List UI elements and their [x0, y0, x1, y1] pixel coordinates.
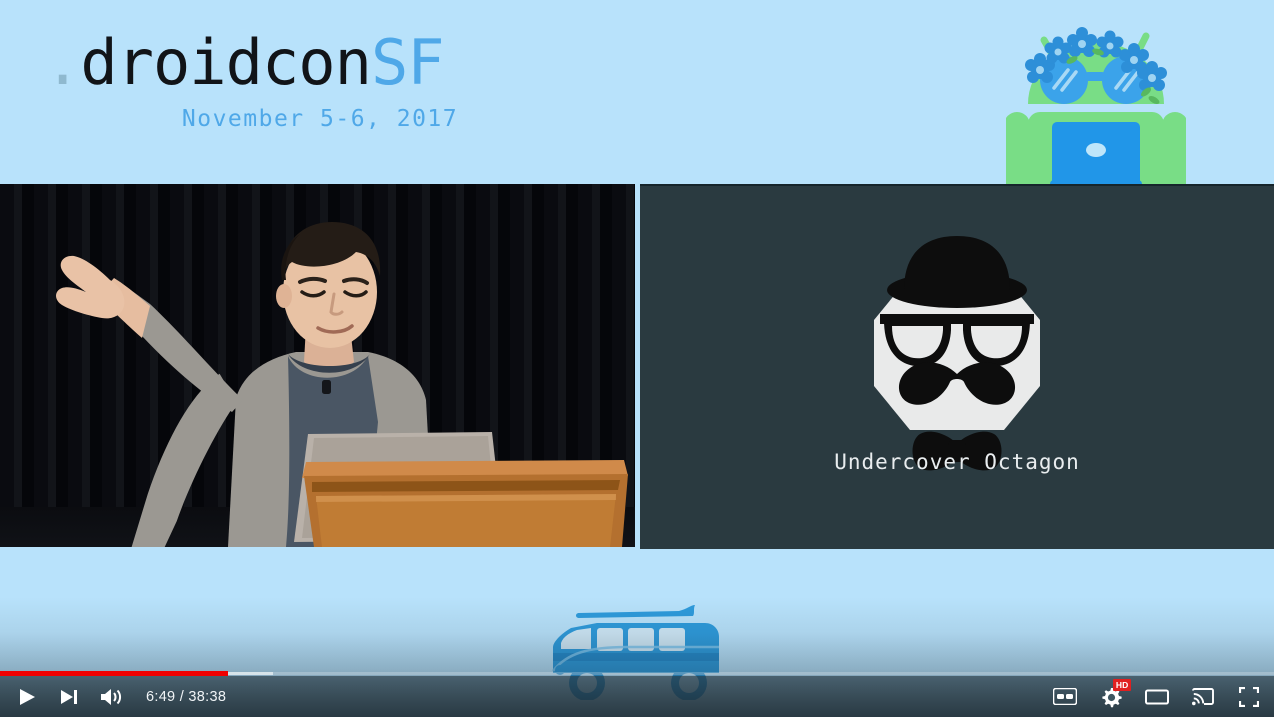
controls-right-group: HD — [1052, 676, 1262, 717]
controls-left-group: 6:49 / 38:38 — [14, 676, 226, 717]
speaker-figure — [56, 222, 504, 547]
cast-button[interactable] — [1190, 684, 1216, 710]
next-video-button[interactable] — [56, 684, 82, 710]
speaker-camera-panel — [0, 184, 635, 547]
octagon-face-bowler-hat-icon — [832, 228, 1082, 478]
fullscreen-button[interactable] — [1236, 684, 1262, 710]
captions-button[interactable] — [1052, 684, 1078, 710]
droidcon-brand-header: .droidconSF November 5-6, 2017 — [44, 28, 564, 148]
title-main: droidcon — [80, 26, 372, 99]
title-dot: . — [44, 26, 81, 99]
video-content-area: Undercover Octagon — [0, 184, 1274, 549]
android-robot-flower-crown-icon — [1004, 8, 1188, 192]
play-button[interactable] — [14, 684, 40, 710]
controls-bar: 6:49 / 38:38 HD — [0, 676, 1274, 717]
title-accent: SF — [370, 26, 445, 99]
volume-button[interactable] — [98, 684, 124, 710]
conference-date: November 5-6, 2017 — [181, 106, 459, 132]
theater-mode-button[interactable] — [1144, 684, 1170, 710]
page-title: .droidconSF — [44, 28, 564, 98]
presentation-slide-panel: Undercover Octagon — [640, 184, 1274, 549]
slide-caption: Undercover Octagon — [834, 450, 1080, 474]
youtube-player-screen: .droidconSF November 5-6, 2017 Undercove… — [0, 0, 1274, 717]
timecode-display: 6:49 / 38:38 — [146, 688, 227, 705]
settings-gear-button[interactable]: HD — [1098, 678, 1131, 710]
video-player-controls: 6:49 / 38:38 HD — [0, 671, 1274, 717]
quality-hd-badge: HD — [1113, 678, 1131, 691]
